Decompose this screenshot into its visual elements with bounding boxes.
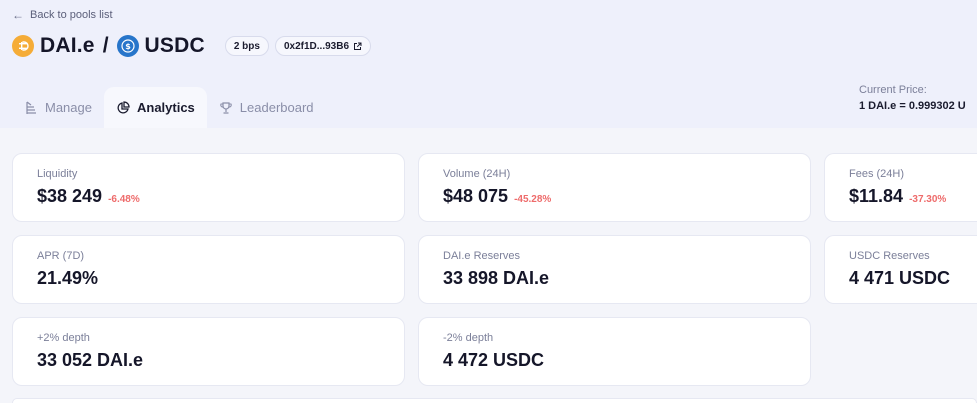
- plus-depth-value: 33 052 DAI.e: [37, 350, 144, 370]
- usdc-token-icon: $: [116, 35, 139, 57]
- apr-value: 21.49%: [37, 268, 99, 288]
- pool-pair-title: DAI.e / $ USDC 2 bps 0x2f1D...93B6: [12, 34, 372, 58]
- usdc-reserves-card: USDC Reserves 4 471 USDC: [824, 235, 977, 304]
- current-price-label: Current Price:: [859, 84, 927, 96]
- liquidity-change: -6.48%: [108, 194, 140, 205]
- tab-analytics-label: Analytics: [136, 100, 195, 115]
- external-link-icon: [353, 42, 362, 51]
- back-to-pools-link[interactable]: ← Back to pools list: [12, 8, 113, 22]
- minus-depth-card: -2% depth 4 472 USDC: [418, 317, 811, 386]
- tab-manage[interactable]: Manage: [12, 87, 104, 128]
- fees-change: -37.30%: [909, 194, 947, 205]
- dai-token-icon: [12, 35, 34, 57]
- liquidity-label: Liquidity: [37, 168, 78, 180]
- fee-tier-badge: 2 bps: [224, 36, 269, 56]
- pool-analytics-page: ← Back to pools list DAI.e / $ USDC 2 bp…: [0, 0, 977, 403]
- arrow-left-icon: ←: [12, 8, 24, 22]
- pool-address-badge[interactable]: 0x2f1D...93B6: [274, 36, 372, 56]
- volume-card: Volume (24H) $48 075 -45.28%: [418, 153, 811, 222]
- plus-depth-label: +2% depth: [37, 332, 90, 344]
- current-price: Current Price: 1 DAI.e = 0.999302 U: [859, 84, 966, 112]
- fees-label: Fees (24H): [849, 168, 905, 180]
- liquidity-card: Liquidity $38 249 -6.48%: [12, 153, 405, 222]
- pool-tabs: Manage Analytics Leaderboard: [12, 87, 326, 128]
- back-label: Back to pools list: [30, 9, 113, 21]
- dai-reserves-label: DAI.e Reserves: [443, 250, 521, 262]
- analytics-icon: [116, 100, 130, 115]
- current-price-value: 1 DAI.e = 0.999302 U: [859, 100, 966, 112]
- pool-address-text: 0x2f1D...93B6: [283, 40, 350, 52]
- fees-card: Fees (24H) $11.84 -37.30%: [824, 153, 977, 222]
- token-a-symbol: DAI.e: [40, 34, 95, 57]
- manage-icon: [24, 101, 38, 115]
- volume-value: $48 075: [443, 186, 509, 206]
- tab-leaderboard-label: Leaderboard: [239, 100, 314, 115]
- tab-analytics[interactable]: Analytics: [103, 87, 207, 128]
- pair-separator: /: [102, 34, 109, 57]
- svg-text:$: $: [125, 42, 131, 51]
- dai-reserves-card: DAI.e Reserves 33 898 DAI.e: [418, 235, 811, 304]
- tab-leaderboard[interactable]: Leaderboard: [207, 87, 326, 128]
- trophy-icon: [219, 101, 233, 115]
- fees-value: $11.84: [849, 186, 904, 206]
- dai-reserves-value: 33 898 DAI.e: [443, 268, 550, 288]
- liquidity-value: $38 249: [37, 186, 103, 206]
- tab-manage-label: Manage: [45, 100, 92, 115]
- usdc-reserves-label: USDC Reserves: [849, 250, 930, 262]
- token-b-symbol: USDC: [144, 34, 205, 57]
- usdc-reserves-value: 4 471 USDC: [849, 268, 951, 288]
- apr-label: APR (7D): [37, 250, 85, 262]
- plus-depth-card: +2% depth 33 052 DAI.e: [12, 317, 405, 386]
- next-panel-edge: [12, 398, 977, 403]
- minus-depth-label: -2% depth: [443, 332, 494, 344]
- pool-header: ← Back to pools list DAI.e / $ USDC 2 bp…: [0, 0, 977, 128]
- apr-card: APR (7D) 21.49%: [12, 235, 405, 304]
- minus-depth-value: 4 472 USDC: [443, 350, 545, 370]
- volume-change: -45.28%: [514, 194, 552, 205]
- volume-label: Volume (24H): [443, 168, 511, 180]
